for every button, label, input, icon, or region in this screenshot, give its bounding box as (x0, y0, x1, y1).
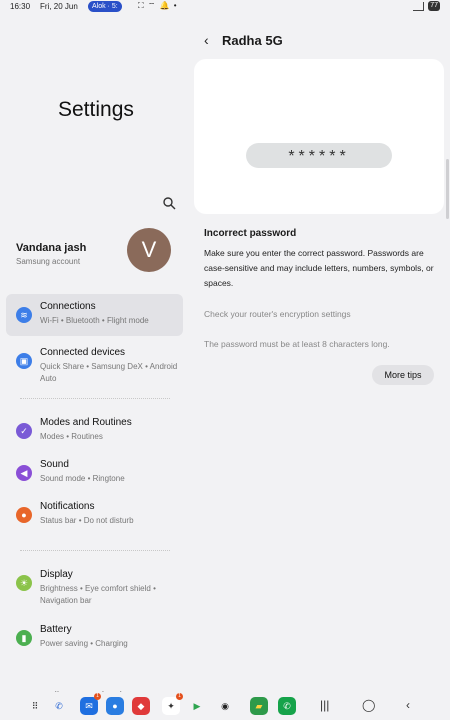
contacts-glyph: ● (112, 701, 118, 711)
scrollbar[interactable] (446, 159, 449, 219)
messages-glyph: ✉ (85, 701, 93, 711)
play-store-icon[interactable]: ▶ (188, 697, 206, 715)
notification-badge: 1 (176, 693, 183, 700)
messages-icon[interactable]: ✉ 1 (80, 693, 101, 715)
wifi-password-pane: ‹ Radha 5G ****** Incorrect password Mak… (194, 14, 450, 684)
settings-item-connections[interactable]: ≋ Connections Wi-Fi • Bluetooth • Flight m… (6, 294, 183, 336)
password-card: ****** (194, 59, 444, 214)
settings-item-subtitle: Sound mode • Ringtone (40, 474, 125, 483)
error-body: Make sure you enter the correct password… (204, 248, 434, 288)
modes-icon: ✓ (16, 423, 32, 439)
settings-item-display[interactable]: ☀ Display Brightness • Eye comfort shield … (6, 562, 183, 612)
tip-length: The password must be at least 8 characte… (204, 339, 390, 349)
search-icon[interactable] (162, 196, 176, 210)
phone-green-icon[interactable]: ✆ (278, 697, 296, 715)
gallery-glyph: ▰ (255, 701, 263, 711)
game-icon[interactable]: ✦ 1 (162, 693, 183, 715)
phone-icon[interactable]: ✆ (50, 697, 68, 715)
battery-level: 77 (428, 1, 440, 11)
contacts-icon[interactable]: ● (106, 697, 124, 715)
home-button[interactable]: ◯ (362, 698, 375, 712)
settings-item-subtitle: Power saving • Charging (40, 639, 128, 648)
settings-item-connected-devices[interactable]: ▣ Connected devices Quick Share • Samsung … (6, 340, 183, 402)
page-title: Settings (58, 98, 134, 121)
wifi-icon: ≋ (16, 307, 32, 323)
gallery-icon[interactable]: ▰ (250, 697, 268, 715)
apps-grid-glyph: ⠿ (31, 701, 39, 711)
settings-item-subtitle: Wi-Fi • Bluetooth • Flight mode (40, 316, 149, 325)
avatar[interactable]: V (127, 228, 171, 272)
phone-green-glyph: ✆ (283, 701, 291, 711)
settings-item-title: Connections (40, 301, 96, 312)
settings-item-notifications[interactable]: ● Notifications Status bar • Do not distur… (6, 494, 183, 530)
signal-icon (413, 1, 425, 11)
error-title: Incorrect password (204, 228, 297, 239)
settings-item-battery[interactable]: ▮ Battery Power saving • Charging (6, 617, 183, 653)
battery-icon: ▮ (16, 630, 32, 646)
more-tips-button[interactable]: More tips (372, 365, 434, 385)
status-time: 16:30 (10, 2, 31, 11)
notification-badge: 1 (94, 693, 101, 700)
store-icon[interactable]: ◆ (132, 697, 150, 715)
store-glyph: ◆ (137, 701, 145, 711)
settings-item-title: Battery (40, 624, 72, 635)
camera-glyph: ◉ (221, 701, 229, 711)
game-glyph: ✦ (167, 701, 175, 711)
settings-item-title: Display (40, 569, 73, 580)
status-icons: ⛶ ⌔ 🔔 • (138, 1, 178, 10)
settings-item-subtitle: Status bar • Do not disturb (40, 516, 134, 525)
settings-item-subtitle: Modes • Routines (40, 432, 103, 441)
settings-item-subtitle: Quick Share • Samsung DeX • Android Auto (40, 362, 178, 383)
status-right: 77 (413, 1, 440, 11)
settings-list-pane: Settings Vandana jash Samsung account V … (0, 14, 190, 713)
devices-icon: ▣ (16, 353, 32, 369)
profile-name: Vandana jash (16, 242, 87, 254)
play-store-glyph: ▶ (193, 701, 201, 711)
tip-encryption: Check your router's encryption settings (204, 309, 351, 319)
settings-item-title: Modes and Routines (40, 417, 132, 428)
account-profile[interactable]: Vandana jash Samsung account V (0, 220, 190, 280)
settings-item-modes-and-routines[interactable]: ✓ Modes and Routines Modes • Routines (6, 410, 183, 446)
settings-item-title: Sound (40, 459, 69, 470)
profile-account: Samsung account (16, 257, 81, 266)
sound-icon: ◀ (16, 465, 32, 481)
call-indicator[interactable]: Alok · 5: (88, 1, 122, 12)
navigation-bar: ⠿ ✆ ✉ 1 ● ◆ ✦ 1 ▶ ◉ ▰ ✆ ||| ◯ ‹ (0, 692, 450, 720)
phone-glyph: ✆ (55, 701, 63, 711)
status-date: Fri, 20 Jun (40, 2, 78, 11)
section-divider (20, 550, 170, 551)
status-bar: 16:30 Fri, 20 Jun Alok · 5: ⛶ ⌔ 🔔 • 77 (0, 0, 450, 14)
notifications-icon: ● (16, 507, 32, 523)
back-icon[interactable]: ‹ (204, 32, 209, 48)
camera-icon[interactable]: ◉ (216, 697, 234, 715)
apps-grid-icon[interactable]: ⠿ (26, 697, 44, 715)
settings-item-title: Notifications (40, 501, 95, 512)
display-icon: ☀ (16, 575, 32, 591)
network-name: Radha 5G (222, 33, 283, 48)
settings-item-sound[interactable]: ◀ Sound Sound mode • Ringtone (6, 452, 183, 488)
settings-item-title: Connected devices (40, 347, 126, 358)
section-divider (20, 398, 170, 399)
recents-button[interactable]: ||| (320, 698, 329, 712)
back-nav-button[interactable]: ‹ (406, 698, 410, 712)
password-field[interactable]: ****** (246, 143, 392, 168)
settings-item-subtitle: Brightness • Eye comfort shield • Naviga… (40, 584, 156, 605)
